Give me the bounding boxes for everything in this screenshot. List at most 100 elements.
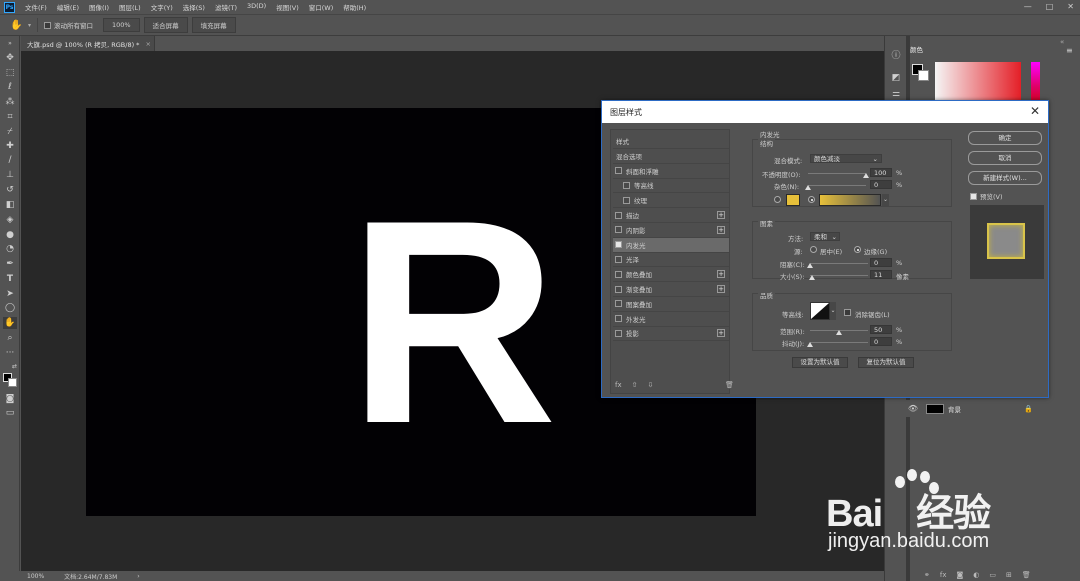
move-down-icon[interactable]: ⇩ bbox=[647, 381, 653, 389]
add-style-icon[interactable]: + bbox=[717, 225, 725, 234]
trash-icon[interactable]: 🗑 bbox=[725, 381, 734, 389]
gradient-radio[interactable] bbox=[808, 196, 815, 203]
zoom-100-button[interactable]: 100% bbox=[103, 18, 140, 32]
pen-tool-icon[interactable]: ✒ bbox=[3, 258, 17, 270]
type-tool-icon[interactable]: T bbox=[3, 273, 17, 285]
path-selection-tool-icon[interactable]: ➤ bbox=[3, 288, 17, 300]
style-checkbox[interactable] bbox=[623, 196, 630, 204]
preview-checkbox-box[interactable] bbox=[970, 192, 977, 200]
marquee-tool-icon[interactable]: ⬚ bbox=[3, 67, 17, 79]
adjustment-icon[interactable]: ◐ bbox=[973, 571, 979, 579]
healing-brush-tool-icon[interactable]: ✚ bbox=[3, 140, 17, 152]
noise-slider[interactable] bbox=[805, 185, 866, 190]
hand-tool-icon[interactable]: ✋ bbox=[10, 20, 28, 31]
jitter-input[interactable]: 0 bbox=[870, 337, 892, 346]
clone-stamp-tool-icon[interactable]: ⊥ bbox=[3, 169, 17, 181]
swap-colors-icon[interactable]: ⇄ bbox=[3, 361, 17, 373]
menu-item[interactable]: 滤镜(T) bbox=[210, 2, 242, 12]
edit-toolbar-icon[interactable]: ··· bbox=[3, 347, 17, 359]
move-up-icon[interactable]: ⇧ bbox=[632, 381, 638, 389]
style-item-gradient-overlay[interactable]: 渐变叠加 + bbox=[613, 282, 729, 296]
magic-wand-tool-icon[interactable]: ⁂ bbox=[3, 96, 17, 108]
color-picker-field[interactable] bbox=[935, 62, 1021, 102]
ellipse-tool-icon[interactable]: ◯ bbox=[3, 302, 17, 314]
info-panel-icon[interactable]: ⓘ bbox=[889, 50, 903, 62]
screen-mode-icon[interactable]: ▭ bbox=[3, 407, 17, 419]
style-checkbox[interactable] bbox=[615, 255, 622, 263]
reset-default-button[interactable]: 复位为默认值 bbox=[858, 357, 914, 368]
opacity-input[interactable]: 100 bbox=[870, 168, 892, 177]
menu-item[interactable]: 选择(S) bbox=[178, 2, 210, 12]
style-item-blending-options[interactable]: 混合选项 bbox=[613, 149, 729, 163]
style-item-pattern-overlay[interactable]: 图案叠加 bbox=[613, 297, 729, 311]
slider-knob[interactable] bbox=[809, 275, 816, 280]
toolbar-collapse-icon[interactable]: » bbox=[3, 38, 17, 50]
slider-knob[interactable] bbox=[836, 330, 842, 335]
glow-color-swatch[interactable] bbox=[786, 194, 800, 206]
style-item-inner-glow[interactable]: 内发光 bbox=[613, 237, 729, 252]
color-panel-icon[interactable]: ◩ bbox=[889, 72, 903, 84]
menu-item[interactable]: 文件(F) bbox=[20, 2, 52, 12]
style-checkbox[interactable] bbox=[615, 270, 622, 278]
minimize-button[interactable]: — bbox=[1024, 2, 1032, 11]
hand-tool-dropdown-icon[interactable]: ▾ bbox=[28, 22, 31, 29]
choke-input[interactable]: 0 bbox=[870, 258, 892, 267]
source-center-radio[interactable] bbox=[810, 246, 817, 253]
history-brush-tool-icon[interactable]: ↺ bbox=[3, 184, 17, 196]
menu-item[interactable]: 3D(D) bbox=[242, 2, 271, 12]
dialog-titlebar[interactable]: 图层样式 ✕ bbox=[602, 101, 1048, 123]
status-menu-arrow-icon[interactable]: › bbox=[137, 573, 139, 580]
menu-item[interactable]: 帮助(H) bbox=[338, 2, 371, 12]
gradient-preview[interactable] bbox=[819, 194, 881, 206]
style-checkbox[interactable] bbox=[615, 285, 622, 293]
color-panel-tab[interactable]: 颜色 bbox=[910, 44, 923, 54]
style-item-stroke[interactable]: 描边 + bbox=[613, 208, 729, 222]
zoom-tool-icon[interactable]: ⌕ bbox=[3, 332, 17, 344]
noise-input[interactable]: 0 bbox=[870, 180, 892, 189]
size-slider[interactable] bbox=[809, 275, 868, 280]
menu-item[interactable]: 视图(V) bbox=[271, 2, 304, 12]
ok-button[interactable]: 确定 bbox=[968, 131, 1042, 145]
hue-slider[interactable] bbox=[1031, 62, 1040, 102]
style-checkbox[interactable] bbox=[615, 315, 622, 323]
style-checkbox[interactable] bbox=[615, 241, 622, 249]
contour-dropdown-icon[interactable]: ⌄ bbox=[830, 302, 836, 320]
blend-mode-select[interactable]: 颜色减淡 ⌄ bbox=[810, 154, 882, 163]
collapse-panels-icon[interactable]: « bbox=[1060, 38, 1064, 46]
style-item-color-overlay[interactable]: 颜色叠加 + bbox=[613, 267, 729, 281]
slider-knob[interactable] bbox=[807, 263, 813, 268]
slider-knob[interactable] bbox=[807, 342, 813, 347]
hand-tool-icon[interactable]: ✋ bbox=[3, 317, 17, 329]
folder-icon[interactable]: ▭ bbox=[989, 571, 996, 579]
menu-item[interactable]: 文字(Y) bbox=[146, 2, 178, 12]
style-checkbox[interactable] bbox=[623, 181, 630, 189]
blur-tool-icon[interactable]: ● bbox=[3, 229, 17, 241]
eraser-tool-icon[interactable]: ◧ bbox=[3, 199, 17, 211]
slider-knob[interactable] bbox=[863, 173, 869, 178]
style-item-contour[interactable]: 等高线 bbox=[613, 178, 729, 192]
add-style-icon[interactable]: + bbox=[717, 285, 725, 293]
slider-knob[interactable] bbox=[805, 185, 811, 190]
move-tool-icon[interactable]: ✥ bbox=[3, 52, 17, 64]
menu-item[interactable]: 编辑(E) bbox=[52, 2, 84, 12]
zoom-level[interactable]: 100% bbox=[27, 573, 44, 580]
choke-slider[interactable] bbox=[807, 263, 868, 268]
document-tab[interactable]: 大旗.psd @ 100% (R 拷贝, RGB/8) * × bbox=[21, 36, 155, 51]
antialias-checkbox[interactable] bbox=[844, 309, 851, 316]
brush-tool-icon[interactable]: ∕ bbox=[3, 154, 17, 166]
close-document-icon[interactable]: × bbox=[145, 40, 150, 48]
range-input[interactable]: 50 bbox=[870, 325, 892, 334]
trash-icon[interactable]: 🗑 bbox=[1022, 571, 1031, 579]
style-item-inner-shadow[interactable]: 内阴影 + bbox=[613, 223, 729, 237]
solid-color-radio[interactable] bbox=[774, 196, 781, 203]
style-item-styles[interactable]: 样式 bbox=[613, 134, 729, 148]
panel-background-swatch[interactable] bbox=[918, 70, 929, 81]
link-icon[interactable]: ⚭ bbox=[924, 571, 930, 579]
style-item-drop-shadow[interactable]: 投影 + bbox=[613, 326, 729, 340]
fill-screen-button[interactable]: 填充屏幕 bbox=[191, 17, 236, 33]
gradient-dropdown-icon[interactable]: ⌄ bbox=[882, 194, 889, 206]
opacity-slider[interactable] bbox=[808, 173, 869, 178]
checkbox-box[interactable] bbox=[44, 21, 52, 29]
background-color-swatch[interactable] bbox=[8, 378, 17, 387]
style-item-satin[interactable]: 光泽 bbox=[613, 252, 729, 266]
